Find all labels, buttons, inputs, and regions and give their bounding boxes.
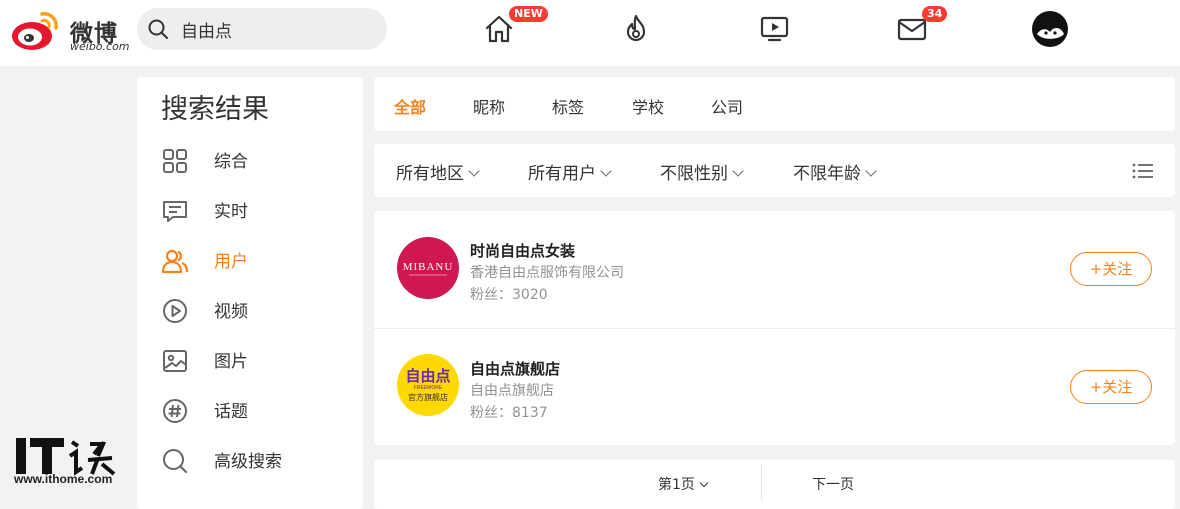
- mibanu-logo: MIBANU: [403, 261, 454, 276]
- chat-icon: [163, 201, 187, 222]
- pagination: 第1页 下一页: [374, 460, 1175, 509]
- weibo-logo[interactable]: 微博 weibo.com: [10, 8, 130, 53]
- sidebar-item-realtime[interactable]: 实时: [161, 189, 351, 229]
- user-results-list: MIBANU 时尚自由点女装 香港自由点服饰有限公司 粉丝：3020 +关注 自…: [374, 211, 1175, 445]
- top-bar: 微博 weibo.com NEW 34: [0, 0, 1180, 66]
- freemore-logo: 自由点 FREEMORE 官方旗舰店: [405, 367, 450, 402]
- flame-icon: [626, 14, 646, 42]
- search-icon: [163, 449, 187, 473]
- filter-age-label: 不限年龄: [793, 164, 861, 184]
- tab-school[interactable]: 学校: [632, 94, 664, 118]
- search-input[interactable]: [181, 8, 371, 50]
- tab-tags[interactable]: 标签: [552, 94, 584, 118]
- sidebar-item-images[interactable]: 图片: [161, 339, 351, 379]
- tab-company[interactable]: 公司: [711, 94, 743, 118]
- divider: [761, 465, 762, 501]
- user-name[interactable]: 时尚自由点女装: [470, 240, 575, 261]
- user-fans-count: 粉丝：8137: [470, 405, 548, 421]
- filter-gender-label: 不限性别: [660, 164, 728, 184]
- sidebar-item-label: 高级搜索: [214, 452, 282, 472]
- filter-user-type-label: 所有用户: [528, 164, 596, 184]
- message-count-badge: 34: [922, 6, 948, 22]
- filter-user-type[interactable]: 所有用户: [528, 159, 612, 184]
- svg-text:FREEMORE: FREEMORE: [414, 385, 443, 391]
- chevron-down-icon: [865, 165, 877, 177]
- page-select[interactable]: 第1页: [658, 474, 709, 494]
- tv-play-icon: [760, 16, 789, 42]
- tab-nickname[interactable]: 昵称: [473, 94, 505, 118]
- follow-button[interactable]: +关注: [1070, 370, 1152, 404]
- sidebar: 搜索结果 综合 实时 用户 视频 图片 话题 高级搜索: [137, 77, 363, 509]
- filter-region-label: 所有地区: [396, 164, 464, 184]
- sidebar-item-label: 话题: [214, 402, 248, 422]
- filter-age[interactable]: 不限年龄: [793, 159, 877, 184]
- sidebar-item-topics[interactable]: 话题: [161, 389, 351, 429]
- sidebar-item-advanced-search[interactable]: 高级搜索: [161, 439, 351, 479]
- search-box[interactable]: [137, 8, 387, 50]
- nav-profile[interactable]: [1031, 10, 1069, 48]
- svg-text:MIBANU: MIBANU: [403, 261, 454, 273]
- hashtag-icon: [163, 399, 187, 423]
- nav-hot[interactable]: [620, 12, 654, 46]
- filter-bar: 所有地区 所有用户 不限性别 不限年龄: [374, 144, 1175, 197]
- filter-gender[interactable]: 不限性别: [660, 159, 744, 184]
- users-icon: [161, 249, 189, 274]
- sidebar-item-label: 实时: [214, 202, 248, 222]
- sidebar-item-label: 综合: [214, 152, 248, 172]
- search-icon[interactable]: [147, 18, 169, 40]
- sidebar-item-label: 图片: [214, 352, 248, 372]
- weibo-logo-icon: [12, 12, 58, 50]
- nav-video[interactable]: [758, 12, 792, 46]
- list-item: MIBANU 时尚自由点女装 香港自由点服饰有限公司 粉丝：3020 +关注: [374, 211, 1175, 328]
- next-page-button[interactable]: 下一页: [812, 474, 854, 494]
- user-name[interactable]: 自由点旗舰店: [470, 358, 560, 379]
- chevron-down-icon: [468, 165, 480, 177]
- tab-all[interactable]: 全部: [394, 94, 426, 118]
- follow-button[interactable]: +关注: [1070, 252, 1152, 286]
- play-icon: [163, 299, 187, 323]
- list-view-icon[interactable]: [1132, 161, 1154, 181]
- user-description: 香港自由点服饰有限公司: [470, 265, 624, 281]
- sidebar-item-label: 用户: [214, 252, 248, 272]
- logo-subtext: weibo.com: [70, 40, 130, 53]
- nav-messages[interactable]: 34: [895, 6, 948, 46]
- sidebar-item-label: 视频: [214, 302, 248, 322]
- sidebar-item-comprehensive[interactable]: 综合: [161, 139, 351, 179]
- chevron-down-icon: [732, 165, 744, 177]
- sidebar-item-video[interactable]: 视频: [161, 289, 351, 329]
- chevron-down-icon: [600, 165, 612, 177]
- list-item: 自由点 FREEMORE 官方旗舰店 自由点旗舰店 自由点旗舰店 粉丝：8137…: [374, 328, 1175, 445]
- sidebar-item-users[interactable]: 用户: [161, 239, 351, 279]
- avatar[interactable]: 自由点 FREEMORE 官方旗舰店: [397, 354, 459, 416]
- filter-region[interactable]: 所有地区: [396, 159, 480, 184]
- svg-text:自由点: 自由点: [405, 367, 450, 385]
- svg-text:官方旗舰店: 官方旗舰店: [408, 392, 448, 402]
- chevron-down-icon: [699, 478, 709, 488]
- result-tabs: 全部 昵称 标签 学校 公司: [374, 77, 1175, 131]
- grid-icon: [163, 149, 187, 173]
- nav-home[interactable]: NEW: [483, 6, 548, 46]
- new-badge: NEW: [509, 6, 548, 22]
- current-page-label: 第1页: [658, 477, 695, 493]
- sidebar-title: 搜索结果: [161, 94, 269, 125]
- user-description: 自由点旗舰店: [470, 383, 554, 399]
- watermark-url: www.ithome.com: [14, 472, 113, 486]
- avatar[interactable]: MIBANU: [397, 237, 459, 299]
- user-fans-count: 粉丝：3020: [470, 287, 548, 303]
- avatar: [1032, 11, 1068, 47]
- image-icon: [163, 350, 187, 372]
